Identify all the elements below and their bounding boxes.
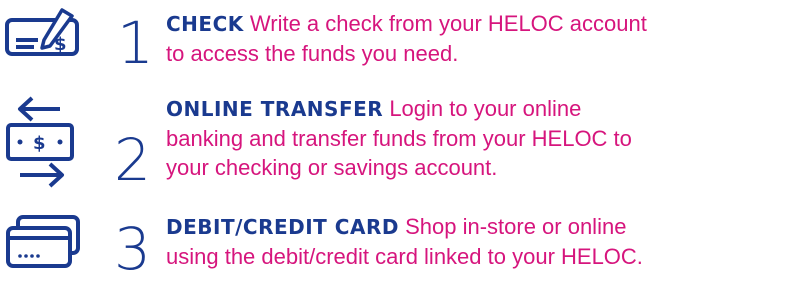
step-check: $ 1 CHECK Write a check from your HELOC … <box>0 0 787 80</box>
svg-text:$: $ <box>33 133 46 154</box>
step-line: banking and transfer funds from your HEL… <box>166 126 632 151</box>
step-heading-online-transfer: ONLINE TRANSFER <box>166 97 384 121</box>
step-line: Login to your online <box>389 96 582 121</box>
check-writing-icon: $ <box>4 6 88 64</box>
step-line: Write a check from your HELOC account <box>249 11 647 36</box>
step-text-3: DEBIT/CREDIT CARD Shop in-store or onlin… <box>166 212 643 271</box>
credit-cards-icon <box>4 214 88 270</box>
step-heading-check: CHECK <box>166 12 244 36</box>
step-number-2: 2 <box>114 126 151 194</box>
step-line: using the debit/credit card linked to yo… <box>166 244 643 269</box>
step-line: to access the funds you need. <box>166 41 459 66</box>
step-heading-debit-credit-card: DEBIT/CREDIT CARD <box>166 215 399 239</box>
step-debit-credit-card: 3 DEBIT/CREDIT CARD Shop in-store or onl… <box>0 208 787 283</box>
step-number-1: 1 <box>117 9 154 77</box>
step-text-1: CHECK Write a check from your HELOC acco… <box>166 9 647 68</box>
step-number-3: 3 <box>114 215 151 283</box>
step-online-transfer: $ 2 ONLINE TRANSFER Login to your online… <box>0 88 787 196</box>
step-line: your checking or savings account. <box>166 155 498 180</box>
step-text-2: ONLINE TRANSFER Login to your online ban… <box>166 94 632 182</box>
money-transfer-icon: $ <box>4 95 88 189</box>
step-line: Shop in-store or online <box>405 214 627 239</box>
